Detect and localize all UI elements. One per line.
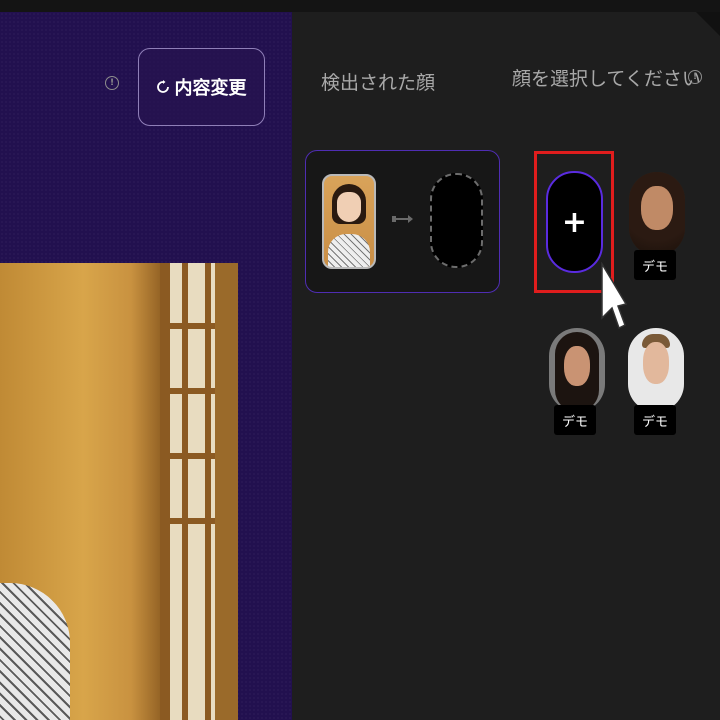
demo-badge: デモ [634, 405, 676, 435]
arrow-right-icon [392, 215, 413, 223]
mouse-cursor-icon [601, 262, 628, 330]
demo-face-3[interactable] [628, 328, 684, 412]
detected-face-thumbnail[interactable] [322, 174, 376, 269]
plus-icon: + [561, 204, 588, 240]
select-face-title: 顔を選択してください [512, 68, 701, 90]
info-icon[interactable]: ! [688, 70, 702, 84]
demo-badge: デモ [554, 405, 596, 435]
top-bar [0, 0, 720, 12]
demo-face-1[interactable] [629, 172, 685, 256]
add-face-button[interactable]: + [546, 171, 603, 273]
target-face-slot[interactable] [430, 173, 483, 268]
demo-face-2[interactable] [549, 328, 605, 412]
info-icon[interactable]: ! [105, 76, 119, 90]
change-content-button[interactable]: 内容変更 [138, 48, 265, 126]
refresh-icon [156, 80, 169, 93]
preview-image [0, 263, 238, 720]
change-content-label: 内容変更 [174, 78, 247, 99]
demo-badge: デモ [634, 250, 676, 280]
detected-faces-title: 検出された顔 [321, 72, 436, 94]
